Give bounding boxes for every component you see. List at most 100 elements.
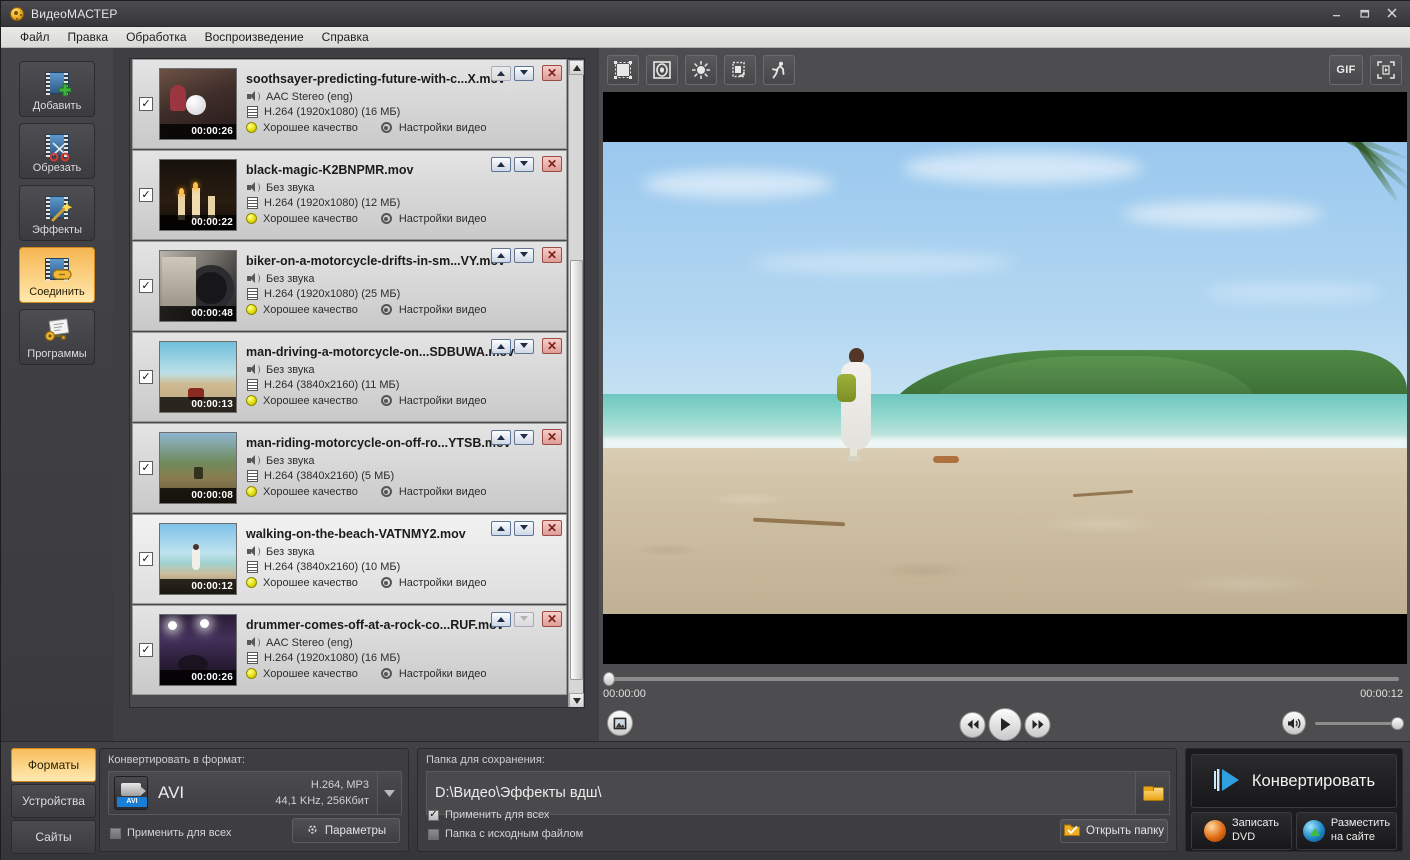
move-down-button[interactable] [514, 429, 534, 445]
sidebar-item-effects[interactable]: Эффекты [19, 185, 95, 241]
row-checkbox[interactable]: ✓ [139, 370, 153, 384]
move-up-button[interactable] [491, 247, 511, 263]
speed-run-icon[interactable] [763, 55, 795, 85]
scroll-down-button[interactable] [569, 693, 584, 707]
frame-effect-icon[interactable] [646, 55, 678, 85]
gear-icon[interactable] [380, 303, 393, 316]
checkbox-box[interactable] [110, 827, 121, 839]
snapshot-button[interactable] [607, 710, 633, 736]
crop-icon[interactable] [607, 55, 639, 85]
convert-button[interactable]: Конвертировать [1191, 754, 1397, 808]
play-button[interactable] [988, 708, 1022, 741]
row-checkbox[interactable]: ✓ [139, 552, 153, 566]
format-selector[interactable]: AVI AVI H.264, MP3 44,1 KHz, 256Кбит [108, 771, 402, 815]
file-list-scrollbar[interactable] [568, 60, 584, 707]
row-checkbox[interactable]: ✓ [139, 188, 153, 202]
tab-formats[interactable]: Форматы [11, 748, 96, 782]
table-row[interactable]: ✓ 00:00:22 black-magic-K2BNPMR.mov Без звук… [132, 150, 567, 240]
row-video-settings[interactable]: Настройки видео [399, 304, 487, 316]
minimize-button[interactable] [1323, 3, 1349, 23]
row-thumbnail[interactable]: 00:00:22 [159, 159, 237, 231]
scroll-up-button[interactable] [569, 60, 584, 75]
menu-item-processing[interactable]: Обработка [117, 28, 196, 46]
menu-item-file[interactable]: Файл [11, 28, 59, 46]
volume-handle[interactable] [1391, 716, 1404, 730]
table-row[interactable]: ✓ 00:00:12 walking-on-the-beach-VATNMY2.mo… [132, 514, 567, 604]
close-button[interactable] [1379, 3, 1405, 23]
move-down-button[interactable] [514, 65, 534, 81]
row-thumbnail[interactable]: 00:00:48 [159, 250, 237, 322]
move-down-button[interactable] [514, 156, 534, 172]
remove-row-button[interactable]: ✕ [542, 65, 562, 81]
move-up-button[interactable] [491, 520, 511, 536]
burn-dvd-button[interactable]: Записать DVD [1191, 812, 1292, 850]
seek-handle[interactable] [603, 672, 615, 686]
params-button[interactable]: Параметры [292, 818, 400, 843]
publish-web-button[interactable]: Разместить на сайте [1296, 812, 1397, 850]
source-folder-checkbox[interactable]: Папка с исходным файлом [428, 828, 583, 840]
table-row[interactable]: ✓ 00:00:08 man-riding-motorcycle-on-off-ro… [132, 423, 567, 513]
save-apply-all-checkbox[interactable]: ✓ Применить для всех [428, 809, 549, 821]
row-video-settings[interactable]: Настройки видео [399, 486, 487, 498]
gear-icon[interactable] [380, 667, 393, 680]
row-video-settings[interactable]: Настройки видео [399, 668, 487, 680]
move-up-button[interactable] [491, 429, 511, 445]
sidebar-item-join[interactable]: Соединить [19, 247, 95, 303]
row-video-settings[interactable]: Настройки видео [399, 395, 487, 407]
table-row[interactable]: ✓ 00:00:26 drummer-comes-off-at-a-rock-co.… [132, 605, 567, 695]
menu-item-playback[interactable]: Воспроизведение [196, 28, 313, 46]
maximize-button[interactable] [1351, 3, 1377, 23]
table-row[interactable]: ✓ 00:00:13 man-driving-a-motorcycle-on...S… [132, 332, 567, 422]
row-video-settings[interactable]: Настройки видео [399, 213, 487, 225]
row-checkbox[interactable]: ✓ [139, 461, 153, 475]
row-thumbnail[interactable]: 00:00:12 [159, 523, 237, 595]
row-video-settings[interactable]: Настройки видео [399, 577, 487, 589]
scrollbar-thumb[interactable] [570, 260, 583, 680]
gear-icon[interactable] [380, 485, 393, 498]
row-thumbnail[interactable]: 00:00:26 [159, 68, 237, 140]
menu-item-edit[interactable]: Правка [59, 28, 118, 46]
gear-icon[interactable] [380, 121, 393, 134]
previous-button[interactable] [959, 711, 986, 738]
save-path-input[interactable] [427, 785, 1135, 801]
seek-bar[interactable] [603, 672, 1407, 686]
chevron-down-icon[interactable] [377, 772, 401, 814]
sidebar-item-add[interactable]: Добавить [19, 61, 95, 117]
checkbox-box[interactable]: ✓ [428, 809, 439, 821]
open-folder-button[interactable]: Открыть папку [1060, 819, 1168, 843]
row-video-settings[interactable]: Настройки видео [399, 122, 487, 134]
move-up-button[interactable] [491, 65, 511, 81]
remove-row-button[interactable]: ✕ [542, 338, 562, 354]
row-thumbnail[interactable]: 00:00:13 [159, 341, 237, 413]
move-down-button[interactable] [514, 520, 534, 536]
tab-devices[interactable]: Устройства [11, 784, 96, 818]
row-thumbnail[interactable]: 00:00:26 [159, 614, 237, 686]
remove-row-button[interactable]: ✕ [542, 520, 562, 536]
move-down-button[interactable] [514, 611, 534, 627]
row-thumbnail[interactable]: 00:00:08 [159, 432, 237, 504]
table-row[interactable]: ✓ 00:00:48 biker-on-a-motorcycle-drifts-in… [132, 241, 567, 331]
seek-track[interactable] [607, 677, 1399, 681]
row-checkbox[interactable]: ✓ [139, 643, 153, 657]
checkbox-box[interactable] [428, 828, 439, 840]
move-down-button[interactable] [514, 338, 534, 354]
video-preview[interactable] [603, 92, 1407, 664]
row-checkbox[interactable]: ✓ [139, 279, 153, 293]
sidebar-item-trim[interactable]: Обрезать [19, 123, 95, 179]
gif-button[interactable]: GIF [1329, 55, 1363, 85]
volume-icon[interactable] [1282, 711, 1306, 735]
move-up-button[interactable] [491, 156, 511, 172]
remove-row-button[interactable]: ✕ [542, 611, 562, 627]
move-up-button[interactable] [491, 611, 511, 627]
gear-icon[interactable] [380, 394, 393, 407]
remove-row-button[interactable]: ✕ [542, 429, 562, 445]
move-down-button[interactable] [514, 247, 534, 263]
table-row[interactable]: ✓ 00:00:26 soothsayer-predicting-future-wi… [132, 59, 567, 149]
format-apply-all-checkbox[interactable]: Применить для всех [110, 827, 231, 839]
sidebar-item-programs[interactable]: Программы [19, 309, 95, 365]
fullscreen-icon[interactable] [1370, 55, 1402, 85]
brightness-icon[interactable] [685, 55, 717, 85]
next-button[interactable] [1024, 711, 1051, 738]
gear-icon[interactable] [380, 576, 393, 589]
rotate-icon[interactable] [724, 55, 756, 85]
